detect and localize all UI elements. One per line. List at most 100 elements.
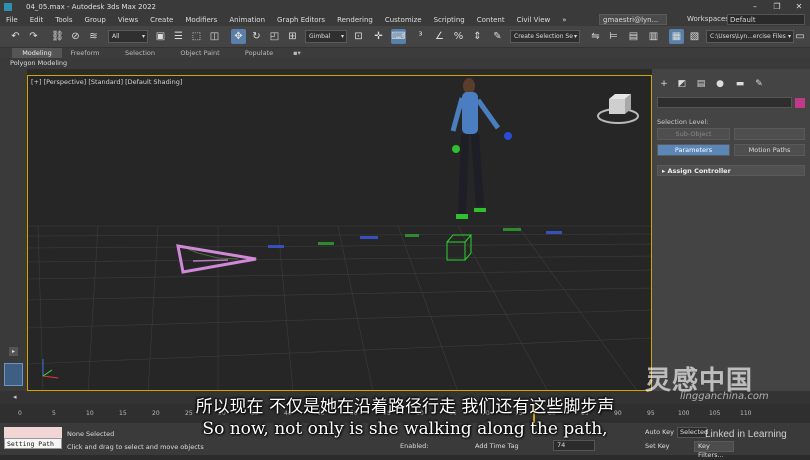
- enabled-label: Enabled:: [400, 442, 429, 450]
- tab-populate[interactable]: Populate: [238, 48, 280, 58]
- manipulate-icon[interactable]: ✛: [371, 29, 386, 44]
- dummy-box[interactable]: [446, 234, 473, 261]
- menu-animation[interactable]: Animation: [223, 16, 271, 24]
- named-selection-sets-dropdown[interactable]: Create Selection Se: [510, 30, 580, 43]
- object-name-field[interactable]: [657, 97, 792, 108]
- selection-filter-dropdown[interactable]: All: [108, 30, 148, 43]
- viewport-layout-strip: ▸: [0, 69, 27, 391]
- ribbon-options-icon[interactable]: ▪▾: [290, 48, 304, 58]
- menu-graph-editors[interactable]: Graph Editors: [271, 16, 331, 24]
- tab-modeling[interactable]: Modeling: [12, 48, 62, 58]
- assign-controller-rollout[interactable]: ▸ Assign Controller: [657, 165, 805, 176]
- bind-space-warp-icon[interactable]: ≋: [86, 29, 101, 44]
- workspace-select[interactable]: Default: [727, 14, 805, 25]
- menu-more-icon[interactable]: »: [556, 16, 572, 24]
- menu-group[interactable]: Group: [79, 16, 112, 24]
- snaps-toggle-icon[interactable]: ³: [413, 29, 428, 44]
- maxscript-mini-listener[interactable]: Setting Path: [4, 438, 62, 449]
- menu-views[interactable]: Views: [112, 16, 144, 24]
- display-tab-icon[interactable]: ▬: [734, 78, 746, 90]
- minimize-button[interactable]: –: [744, 0, 766, 13]
- polygon-modeling-label[interactable]: Polygon Modeling: [10, 58, 67, 69]
- tab-object-paint[interactable]: Object Paint: [175, 48, 225, 58]
- menu-file[interactable]: File: [0, 16, 24, 24]
- menu-create[interactable]: Create: [144, 16, 179, 24]
- reference-coordinate-dropdown[interactable]: Gimbal: [305, 30, 347, 43]
- select-move-icon[interactable]: ✥: [231, 29, 246, 44]
- unlink-icon[interactable]: ⊘: [68, 29, 83, 44]
- app-icon: [4, 2, 12, 11]
- hierarchy-tab-icon[interactable]: ▤: [695, 78, 707, 90]
- tab-selection[interactable]: Selection: [118, 48, 162, 58]
- command-panel: + ◩ ▤ ● ▬ ✎ Selection Level: Sub-Object …: [652, 69, 810, 391]
- motion-paths-button[interactable]: Motion Paths: [734, 144, 805, 156]
- undo-icon[interactable]: ↶: [8, 29, 23, 44]
- window-crossing-icon[interactable]: ◫: [207, 29, 222, 44]
- close-button[interactable]: ✕: [788, 0, 810, 13]
- placement-icon[interactable]: ⊞: [285, 29, 300, 44]
- add-time-tag-button[interactable]: Add Time Tag: [475, 442, 519, 450]
- sub-object-button[interactable]: Sub-Object: [657, 128, 730, 140]
- link-icon[interactable]: ⛓: [50, 29, 65, 44]
- menu-scripting[interactable]: Scripting: [428, 16, 471, 24]
- layer-explorer-icon[interactable]: ▥: [646, 29, 661, 44]
- assign-controller-label: Assign Controller: [667, 167, 731, 175]
- perspective-viewport[interactable]: [+] [Perspective] [Standard] [Default Sh…: [27, 75, 652, 391]
- percent-snap-icon[interactable]: %: [451, 29, 466, 44]
- selection-level-label: Selection Level:: [657, 118, 709, 126]
- expand-layout-icon[interactable]: ▸: [9, 347, 18, 356]
- create-tab-icon[interactable]: +: [658, 78, 670, 90]
- project-folder-dropdown[interactable]: C:\Users\Lyn...ercise Files: [706, 30, 794, 43]
- window-controls: – ❐ ✕: [744, 0, 810, 13]
- menu-modifiers[interactable]: Modifiers: [179, 16, 223, 24]
- utilities-tab-icon[interactable]: ✎: [753, 78, 765, 90]
- viewport-layout-tab[interactable]: [4, 363, 23, 386]
- redo-icon[interactable]: ↷: [26, 29, 41, 44]
- ribbon-toggle-icon[interactable]: ▦: [669, 29, 684, 44]
- ribbon-tabs: Modeling Freeform Selection Object Paint…: [0, 48, 810, 58]
- walking-character[interactable]: [450, 78, 512, 219]
- rectangular-selection-icon[interactable]: ⬚: [189, 29, 204, 44]
- current-frame-field[interactable]: 74: [553, 440, 595, 451]
- motion-tab-icon[interactable]: ●: [714, 78, 726, 90]
- home-grid: [28, 225, 651, 390]
- tab-freeform[interactable]: Freeform: [65, 48, 105, 58]
- prompt-line: Click and drag to select and move object…: [67, 443, 204, 451]
- command-panel-tabs: + ◩ ▤ ● ▬ ✎: [652, 78, 810, 92]
- viewport-scene: [28, 78, 651, 390]
- set-key-button[interactable]: Set Key: [645, 442, 670, 450]
- curve-editor-icon[interactable]: ▧: [687, 29, 702, 44]
- subtitle-chinese: 所以现在 不仅是她在沿着路径行走 我们还有这些脚步声: [195, 397, 615, 417]
- select-by-name-icon[interactable]: ☰: [171, 29, 186, 44]
- title-bar: 04_05.max - Autodesk 3ds Max 2022 – ❐ ✕: [0, 0, 810, 13]
- menu-content[interactable]: Content: [471, 16, 511, 24]
- restore-button[interactable]: ❐: [766, 0, 788, 13]
- menu-tools[interactable]: Tools: [49, 16, 78, 24]
- spinner-snap-icon[interactable]: ⇕: [470, 29, 485, 44]
- viewcube[interactable]: [597, 94, 639, 124]
- key-filters-button[interactable]: Key Filters...: [694, 441, 734, 459]
- project-folder-icon[interactable]: ▭: [794, 29, 806, 44]
- pivot-center-icon[interactable]: ⊡: [351, 29, 366, 44]
- sub-object-dropdown[interactable]: [734, 128, 805, 140]
- menu-bar: File Edit Tools Group Views Create Modif…: [0, 13, 810, 26]
- select-rotate-icon[interactable]: ↻: [249, 29, 264, 44]
- menu-rendering[interactable]: Rendering: [331, 16, 379, 24]
- object-color-swatch[interactable]: [795, 98, 805, 108]
- main-toolbar: ↶ ↷ ⛓ ⊘ ≋ All ▣ ☰ ⬚ ◫ ✥ ↻ ◰ ⊞ Gimbal ⊡ ✛…: [0, 26, 810, 48]
- menu-civil-view[interactable]: Civil View: [511, 16, 557, 24]
- path-helper-arrow: [192, 259, 229, 262]
- select-scale-icon[interactable]: ◰: [267, 29, 282, 44]
- menu-customize[interactable]: Customize: [379, 16, 428, 24]
- user-account-dropdown[interactable]: gmaestri@lyn...: [599, 14, 667, 25]
- modify-tab-icon[interactable]: ◩: [676, 78, 688, 90]
- keyboard-shortcut-override-icon[interactable]: ⌨: [391, 29, 406, 44]
- select-object-icon[interactable]: ▣: [153, 29, 168, 44]
- menu-edit[interactable]: Edit: [24, 16, 50, 24]
- parameters-button[interactable]: Parameters: [657, 144, 730, 156]
- mirror-icon[interactable]: ⇋: [588, 29, 603, 44]
- angle-snap-icon[interactable]: ∠: [432, 29, 447, 44]
- edit-named-selection-icon[interactable]: ✎: [490, 29, 505, 44]
- scene-explorer-icon[interactable]: ▤: [626, 29, 641, 44]
- align-icon[interactable]: ⊨: [606, 29, 621, 44]
